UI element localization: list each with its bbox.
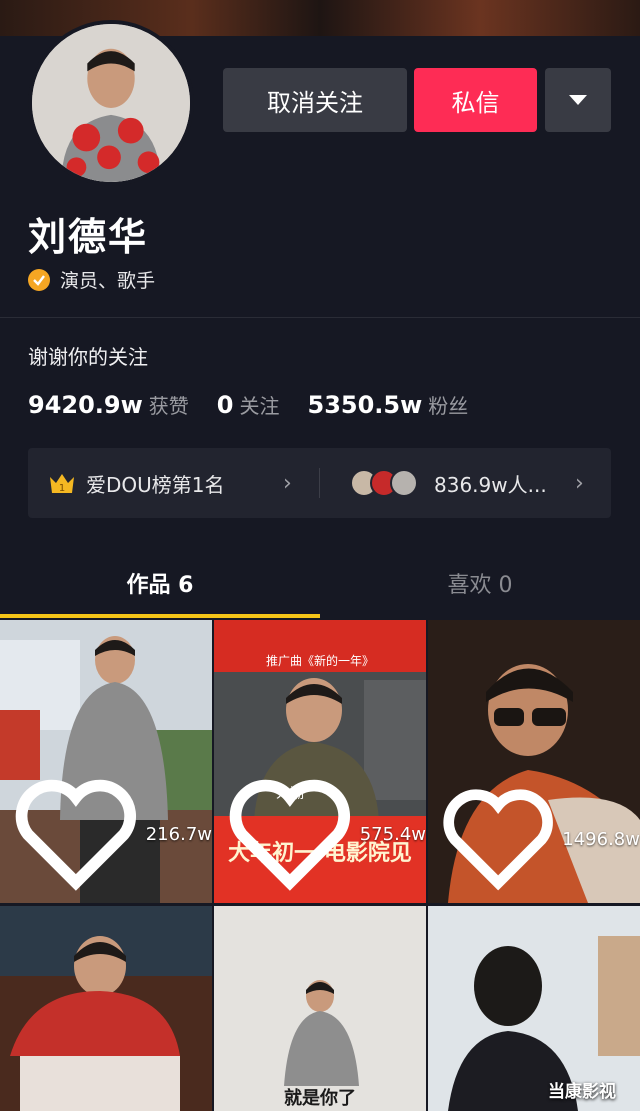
profile-name: 刘德华	[28, 215, 149, 259]
fan-avatar	[390, 469, 418, 497]
active-tab-indicator	[0, 614, 320, 618]
following-label[interactable]: 关注	[240, 390, 280, 419]
avatar[interactable]	[28, 20, 194, 186]
fan-club-entry[interactable]: 836.9w人...	[350, 448, 547, 518]
video-thumbnail[interactable]: 推广曲《新的一年》 人潮 大年初一 电影院见 575.4w	[214, 620, 426, 903]
video-thumbnail-image: 就是你了	[214, 906, 426, 1111]
crown-icon: 1	[50, 474, 74, 494]
profile-stats: 9420.9w 获赞 0 关注 5350.5w 粉丝	[28, 390, 496, 419]
ranking-separator	[319, 468, 320, 498]
heart-icon	[15, 779, 136, 891]
message-button-label: 私信	[451, 88, 500, 117]
ranking-bar: 1 爱DOU榜第1名 › 836.9w人... ›	[28, 448, 611, 518]
heart-icon	[443, 789, 553, 891]
tab-works[interactable]: 作品 6	[0, 548, 320, 618]
ranking-label: 爱DOU榜第1名	[86, 472, 225, 497]
video-thumbnail[interactable]: 216.7w	[0, 620, 212, 903]
video-thumbnail[interactable]	[0, 906, 212, 1111]
video-like-count: 575.4w	[226, 776, 426, 893]
following-count[interactable]: 0	[217, 391, 234, 419]
section-divider	[0, 317, 640, 318]
more-options-button[interactable]	[545, 68, 611, 132]
heart-icon	[229, 779, 350, 891]
svg-text:推广曲《新的一年》: 推广曲《新的一年》	[266, 653, 374, 668]
message-button[interactable]: 私信	[414, 68, 537, 132]
video-like-count: 216.7w	[12, 776, 212, 893]
watermark-text: 当康影视	[548, 1082, 616, 1102]
likes-count: 9420.9w	[28, 391, 143, 419]
followers-label[interactable]: 粉丝	[428, 390, 468, 419]
followers-count[interactable]: 5350.5w	[308, 391, 423, 419]
profile-tabs: 作品 6 喜欢 0	[0, 548, 640, 618]
chevron-right-icon: ›	[283, 470, 292, 496]
profile-bio: 谢谢你的关注	[28, 345, 148, 369]
unfollow-button-label: 取消关注	[267, 88, 363, 117]
video-thumbnail[interactable]: 就是你了	[214, 906, 426, 1111]
fan-count-text: 836.9w人...	[434, 472, 547, 497]
unfollow-button[interactable]: 取消关注	[223, 68, 407, 132]
video-like-count: 1496.8w	[440, 786, 640, 893]
likes-label: 获赞	[148, 394, 189, 418]
video-thumbnail[interactable]: 1496.8w	[428, 620, 640, 903]
verification-text: 演员、歌手	[60, 270, 156, 292]
verified-check-icon	[28, 268, 50, 291]
dou-ranking-entry[interactable]: 1 爱DOU榜第1名	[48, 448, 225, 518]
verification-row: 演员、歌手	[28, 266, 155, 293]
tab-likes[interactable]: 喜欢 0	[320, 548, 640, 618]
svg-text:1: 1	[59, 483, 65, 494]
svg-text:就是你了: 就是你了	[284, 1087, 356, 1109]
video-thumbnail-image	[0, 906, 212, 1111]
avatar-image	[32, 24, 190, 182]
caret-down-icon	[569, 95, 587, 105]
chevron-right-icon: ›	[575, 470, 584, 496]
